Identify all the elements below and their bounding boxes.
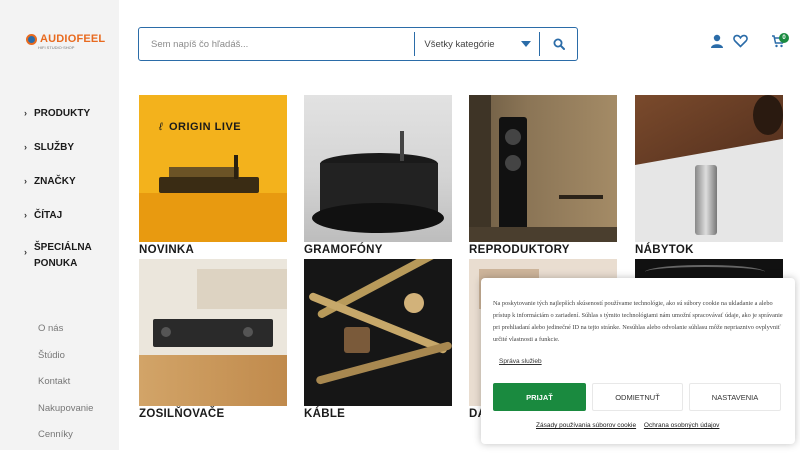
category-label: NOVINKA <box>139 244 195 256</box>
knob-shape <box>243 327 253 337</box>
link-cenniky[interactable]: Cenníky <box>38 429 93 456</box>
nav-item-produkty[interactable]: › PRODUKTY <box>24 108 98 142</box>
category-image <box>304 95 452 242</box>
heart-icon <box>733 34 748 48</box>
manage-services-link[interactable]: Správa služieb <box>499 358 542 365</box>
category-tile-gramofony[interactable]: GRAMOFÓNY <box>304 95 452 256</box>
chevron-right-icon: › <box>24 247 27 257</box>
category-select[interactable]: Všetky kategórie <box>415 28 539 60</box>
cart-count-badge: 0 <box>779 33 789 43</box>
link-nakupovanie[interactable]: Nakupovanie <box>38 403 93 430</box>
category-image: ORIGIN LIVE ℓ <box>139 95 287 242</box>
speaker-driver-shape <box>505 155 521 171</box>
tonearm-shape <box>400 131 404 161</box>
link-studio[interactable]: Štúdio <box>38 350 93 377</box>
spike-foot-shape <box>695 165 717 235</box>
base-shape <box>312 203 444 233</box>
logo[interactable]: AUDIOFEEL <box>26 33 105 45</box>
wall-shape <box>469 95 491 242</box>
cookie-consent-text: Na poskytovanie tých najlepších skúsenos… <box>493 300 783 343</box>
turntable-shape <box>159 177 259 193</box>
category-image <box>469 95 617 242</box>
link-kontakt[interactable]: Kontakt <box>38 376 93 403</box>
category-image <box>304 259 452 406</box>
cookie-policy-link[interactable]: Zásady používania súborov cookie <box>536 422 636 429</box>
logo-icon <box>26 33 37 45</box>
platter-shape <box>169 167 239 177</box>
cookie-policy-links: Zásady používania súborov cookie Ochrana… <box>536 422 725 429</box>
speaker-driver-shape <box>505 129 521 145</box>
category-select-value: Všetky kategórie <box>424 38 495 50</box>
category-label: KÁBLE <box>304 408 346 420</box>
user-icon <box>711 34 723 48</box>
category-tile-nabytok[interactable]: NÁBYTOK <box>635 95 783 256</box>
category-label: GRAMOFÓNY <box>304 244 383 256</box>
caret-down-icon <box>521 41 532 47</box>
cable-shape <box>307 291 449 355</box>
nav-item-sluzby[interactable]: › SLUŽBY <box>24 142 98 176</box>
search-icon <box>553 38 565 50</box>
category-tile-kable[interactable]: KÁBLE <box>304 259 452 420</box>
knob-shape <box>161 327 171 337</box>
nav-item-specialna-ponuka[interactable]: › ŠPECIÁLNA PONUKA <box>24 240 98 284</box>
table-shape <box>559 195 603 199</box>
secondary-links: O nás Štúdio Kontakt Nakupovanie Cenníky <box>38 323 93 456</box>
origin-live-logo-icon: ℓ <box>159 121 163 133</box>
nav-item-label: ČÍTAJ <box>34 210 63 221</box>
tonearm-shape <box>234 155 238 179</box>
cookie-consent-dialog: Na poskytovanie tých najlepších skúsenos… <box>481 278 795 444</box>
chevron-right-icon: › <box>24 176 27 186</box>
search-input[interactable] <box>139 28 415 60</box>
product-shape <box>645 265 765 279</box>
nav-item-label: ŠPECIÁLNA PONUKA <box>34 242 92 269</box>
chevron-right-icon: › <box>24 142 27 152</box>
nav-item-label: SLUŽBY <box>34 142 74 153</box>
chevron-right-icon: › <box>24 210 27 220</box>
dark-foot-shape <box>753 95 783 135</box>
account-button[interactable] <box>710 34 726 50</box>
logo-tagline: HIFI STUDIO·SHOP <box>38 45 75 50</box>
category-tile-novinka[interactable]: ORIGIN LIVE ℓ NOVINKA <box>139 95 287 256</box>
connector-shape <box>344 327 370 353</box>
category-label: ZOSILŇOVAČE <box>139 408 225 420</box>
chevron-right-icon: › <box>24 108 27 118</box>
nav-item-znacky[interactable]: › ZNAČKY <box>24 176 98 210</box>
category-tile-zosilnovace[interactable]: ZOSILŇOVAČE <box>139 259 287 420</box>
wishlist-button[interactable] <box>733 34 749 50</box>
deny-button[interactable]: ODMIETNUŤ <box>592 383 683 411</box>
accept-button[interactable]: PRIJAŤ <box>493 383 586 411</box>
search-button[interactable] <box>540 28 577 60</box>
privacy-policy-link[interactable]: Ochrana osobných údajov <box>644 422 720 429</box>
search-bar: Všetky kategórie <box>138 27 578 61</box>
link-o-nas[interactable]: O nás <box>38 323 93 350</box>
cabinet-shape <box>139 355 287 406</box>
category-label: REPRODUKTORY <box>469 244 570 256</box>
connector-shape <box>404 293 424 313</box>
sidebar: AUDIOFEEL HIFI STUDIO·SHOP › PRODUKTY › … <box>0 0 119 450</box>
category-tile-reproduktory[interactable]: REPRODUKTORY <box>469 95 617 256</box>
logo-text: AUDIOFEEL <box>40 33 106 45</box>
category-image <box>635 95 783 242</box>
category-image <box>139 259 287 406</box>
nav-item-label: PRODUKTY <box>34 108 91 119</box>
plinth-shape <box>139 193 287 242</box>
artwork-shape <box>197 269 287 309</box>
category-label: NÁBYTOK <box>635 244 694 256</box>
settings-button[interactable]: NASTAVENIA <box>689 383 781 411</box>
nav-item-label: ZNAČKY <box>34 176 76 187</box>
floor-shape <box>469 227 617 242</box>
amplifier-shape <box>153 319 273 347</box>
main-nav: › PRODUKTY › SLUŽBY › ZNAČKY › ČÍTAJ › Š… <box>24 108 98 284</box>
brand-overlay: ORIGIN LIVE <box>169 121 242 133</box>
nav-item-citaj[interactable]: › ČÍTAJ <box>24 210 98 244</box>
cable-shape <box>315 341 452 385</box>
